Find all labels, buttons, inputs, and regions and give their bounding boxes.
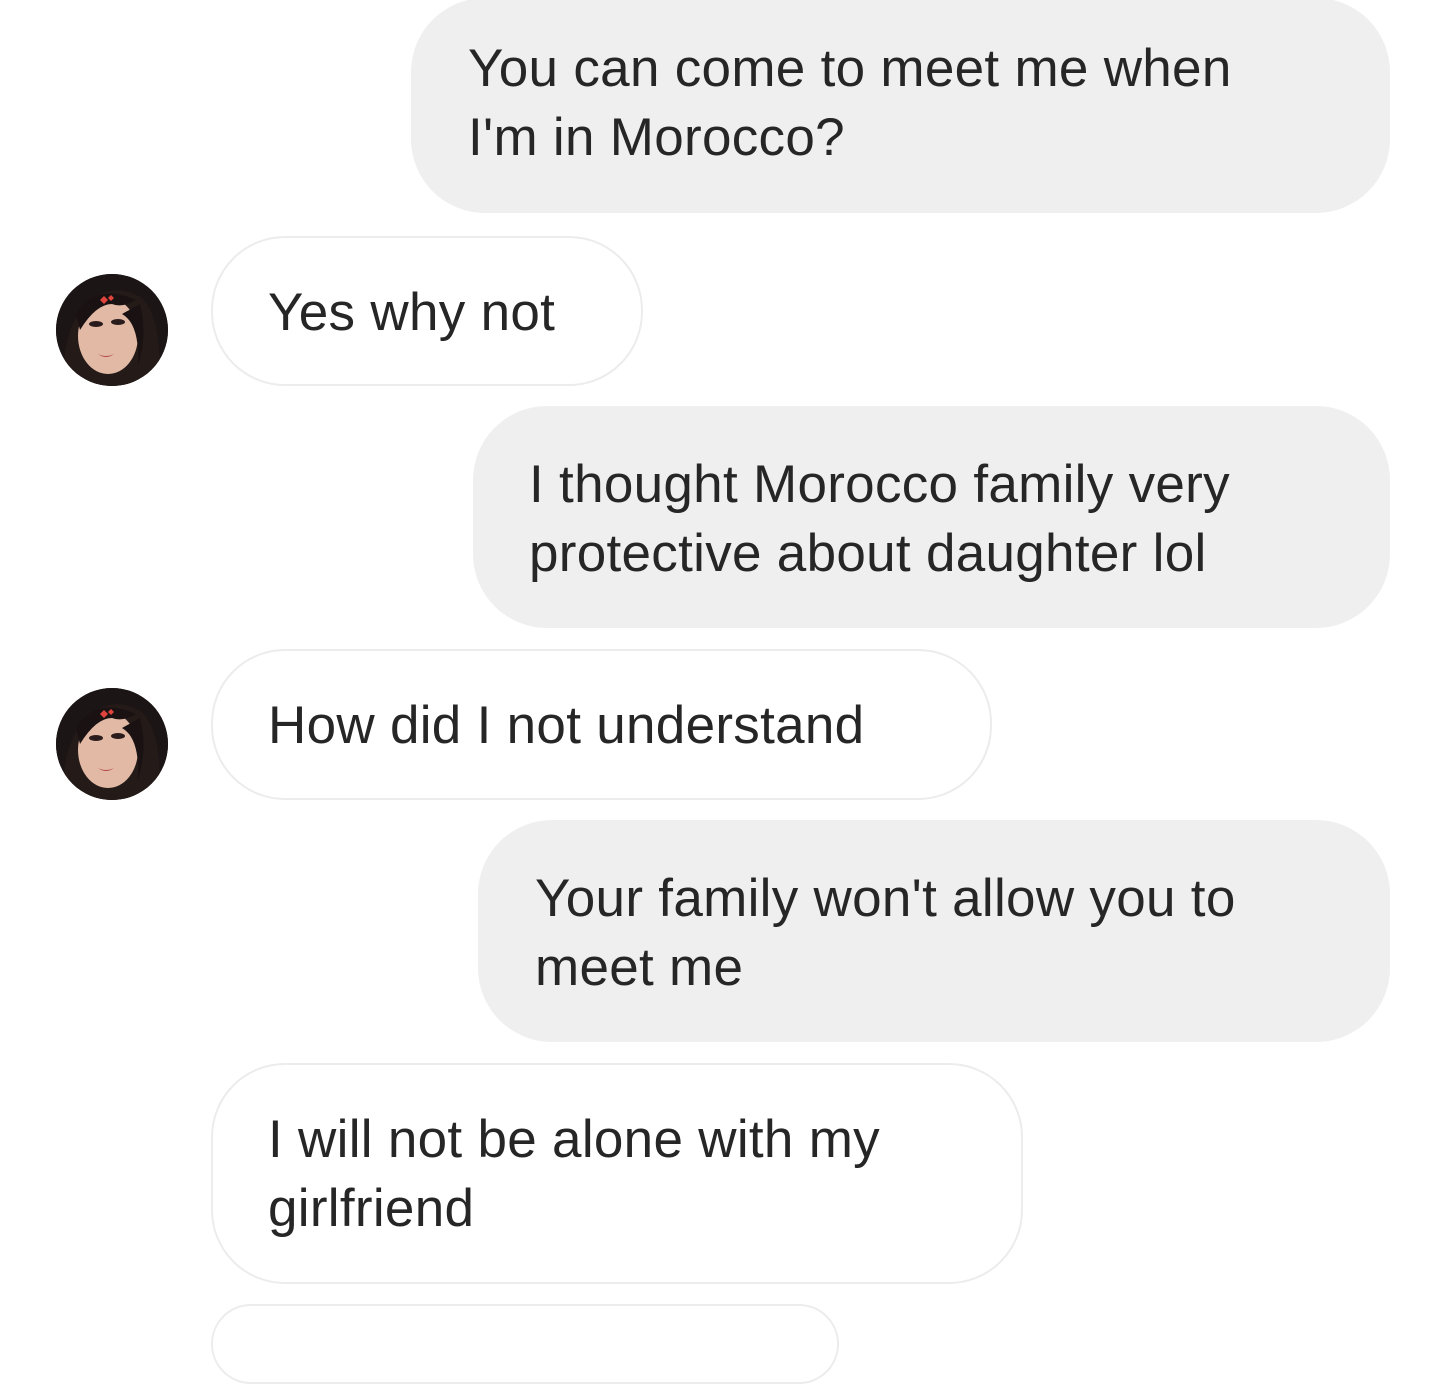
received-message-bubble[interactable]: Yes why not xyxy=(211,236,643,386)
contact-avatar[interactable] xyxy=(56,274,168,386)
sent-message-bubble[interactable]: You can come to meet me when I'm in Moro… xyxy=(411,0,1390,213)
contact-avatar-photo-icon xyxy=(56,274,168,386)
contact-avatar-photo-icon xyxy=(56,688,168,800)
sent-message-bubble[interactable]: I thought Morocco family very protective… xyxy=(473,406,1390,628)
chat-thread: { "messages": [ {"sender": "me", "text":… xyxy=(0,0,1440,1384)
received-message-bubble-partial[interactable] xyxy=(211,1304,839,1384)
received-message-bubble[interactable]: I will not be alone with my girlfriend xyxy=(211,1063,1023,1284)
contact-avatar[interactable] xyxy=(56,688,168,800)
sent-message-bubble[interactable]: Your family won't allow you to meet me xyxy=(478,820,1390,1042)
received-message-bubble[interactable]: How did I not understand xyxy=(211,649,992,800)
